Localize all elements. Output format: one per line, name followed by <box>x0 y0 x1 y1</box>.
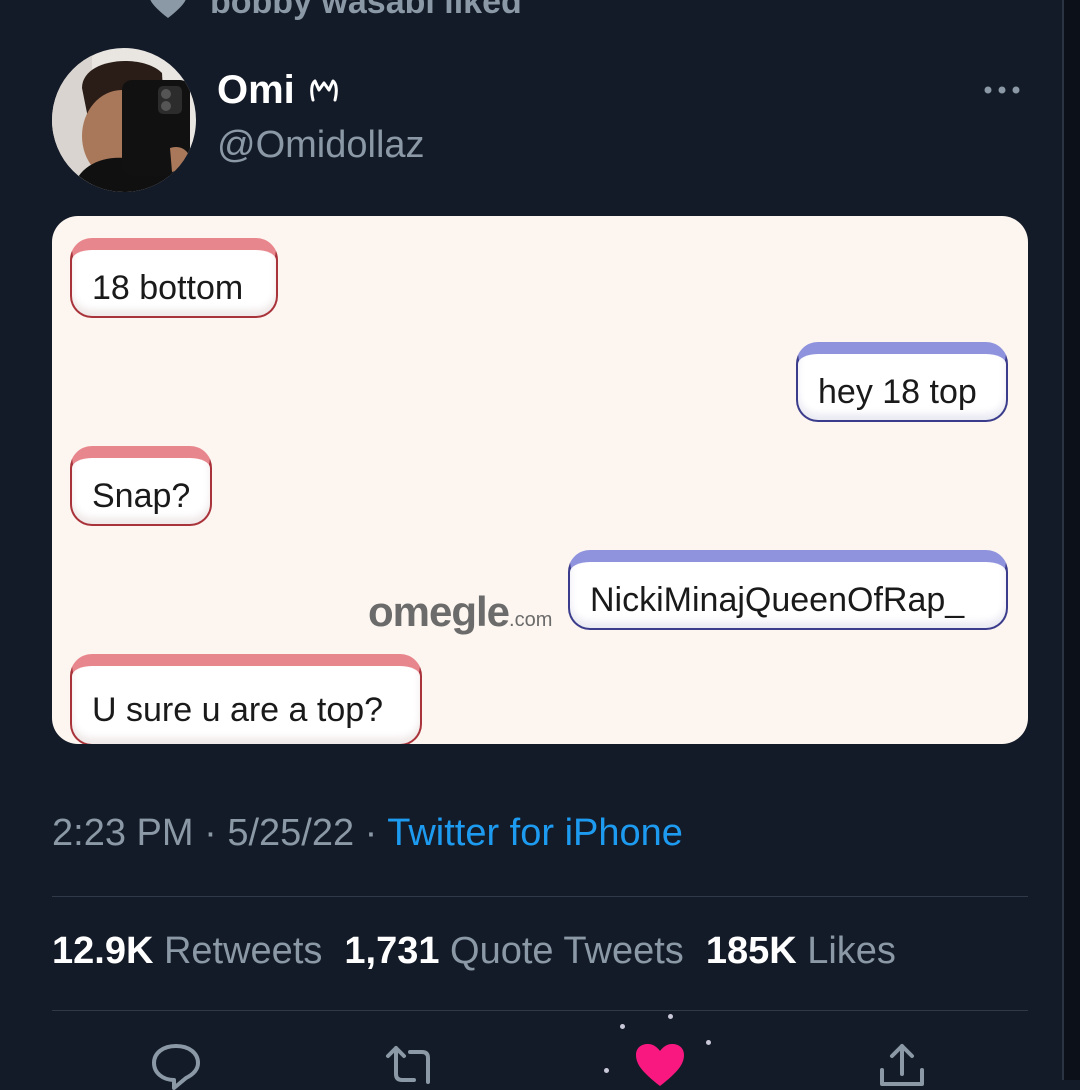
chat-bubble-you: hey 18 top <box>796 342 1008 422</box>
likes-label: Likes <box>807 930 896 972</box>
avatar-image <box>52 48 196 192</box>
chat-bubble-stranger: U sure u are a top? <box>70 654 422 744</box>
likes-stat[interactable]: 185K Likes <box>706 930 896 973</box>
heart-icon <box>150 0 186 18</box>
like-sparkle <box>604 1068 609 1073</box>
social-context: bobby wasabi liked <box>148 0 522 22</box>
tweet-stats: 12.9K Retweets 1,731 Quote Tweets 185K L… <box>52 930 896 973</box>
quote-tweets-label: Quote Tweets <box>450 930 684 972</box>
meta-separator: · <box>354 812 388 854</box>
chat-bubble-stranger: Snap? <box>70 446 212 526</box>
omegle-logo: omegle.com <box>368 588 552 636</box>
likes-count: 185K <box>705 930 797 972</box>
tweet-time: 2:23 PM <box>52 812 194 854</box>
divider <box>52 1010 1028 1011</box>
like-sparkle <box>620 1024 625 1029</box>
tweet-image[interactable]: 18 bottom hey 18 top Snap? omegle.com Ni… <box>52 216 1028 744</box>
meta-separator: · <box>193 812 228 854</box>
like-sparkle <box>706 1040 711 1045</box>
like-sparkle <box>668 1014 673 1019</box>
quote-tweets-count: 1,731 <box>344 930 440 972</box>
crown-icon <box>309 79 338 101</box>
divider <box>52 896 1028 897</box>
chat-bubble-stranger: 18 bottom <box>70 238 278 318</box>
tweet-date: 5/25/22 <box>227 812 355 854</box>
more-options-icon[interactable] <box>982 80 1022 100</box>
avatar[interactable] <box>52 48 196 192</box>
tweet-meta: 2:23 PM · 5/25/22 · Twitter for iPhone <box>52 812 683 855</box>
retweets-stat[interactable]: 12.9K Retweets <box>52 930 322 973</box>
retweets-label: Retweets <box>163 930 323 972</box>
retweets-count: 12.9K <box>52 930 154 972</box>
reply-icon[interactable] <box>148 1040 204 1090</box>
like-icon[interactable] <box>632 1040 688 1090</box>
tweet-source-link[interactable]: Twitter for iPhone <box>387 812 683 854</box>
chat-bubble-you: NickiMinajQueenOfRap_ <box>568 550 1008 630</box>
social-context-text: bobby wasabi liked <box>210 0 522 21</box>
share-icon[interactable] <box>874 1040 930 1090</box>
author-handle[interactable]: @Omidollaz <box>217 124 425 167</box>
omegle-logo-domain: .com <box>509 609 553 631</box>
author-name[interactable]: Omi <box>217 68 295 113</box>
quote-tweets-stat[interactable]: 1,731 Quote Tweets <box>344 930 683 973</box>
omegle-logo-word: omegle <box>368 588 510 635</box>
retweet-icon[interactable] <box>384 1040 440 1090</box>
window-edge <box>1064 0 1080 1080</box>
